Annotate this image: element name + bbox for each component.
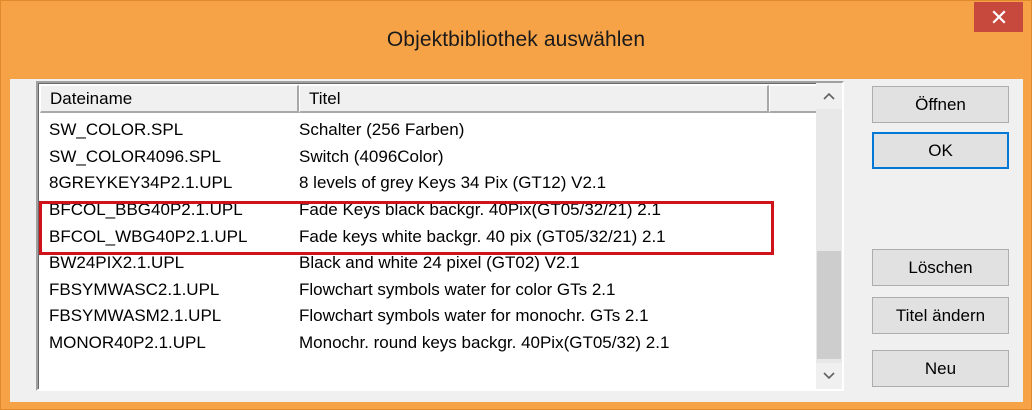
column-header-title[interactable]: Titel xyxy=(299,85,769,113)
list-item[interactable]: SW_COLOR4096.SPL Switch (4096Color) xyxy=(40,144,821,171)
list-item-filename: 8GREYKEY34P2.1.UPL xyxy=(49,173,233,193)
scroll-down-button[interactable] xyxy=(816,363,842,389)
list-item-title: 8 levels of grey Keys 34 Pix (GT12) V2.1 xyxy=(299,173,607,193)
list-item[interactable]: FBSYMWASM2.1.UPL Flowchart symbols water… xyxy=(40,303,821,330)
list-item[interactable]: MONOR40P2.1.UPL Monochr. round keys back… xyxy=(40,330,821,357)
list-item[interactable]: BFCOL_BBG40P2.1.UPL Fade Keys black back… xyxy=(40,197,821,224)
list-item-filename: FBSYMWASC2.1.UPL xyxy=(49,279,220,299)
list-item-title: Fade keys white backgr. 40 pix (GT05/32/… xyxy=(299,226,666,246)
list-item-filename: SW_COLOR.SPL xyxy=(49,120,184,140)
list-item-title: Switch (4096Color) xyxy=(299,146,444,166)
scrollbar-thumb[interactable] xyxy=(817,251,841,359)
list-item[interactable]: BFCOL_WBG40P2.1.UPL Fade keys white back… xyxy=(40,223,821,250)
list-item-filename: FBSYMWASM2.1.UPL xyxy=(49,306,222,326)
list-item-filename: BW24PIX2.1.UPL xyxy=(49,253,185,273)
scroll-down-arrow-icon xyxy=(823,372,835,380)
close-icon xyxy=(991,10,1006,24)
list-item[interactable]: 8GREYKEY34P2.1.UPL 8 levels of grey Keys… xyxy=(40,170,821,197)
new-button[interactable]: Neu xyxy=(872,350,1009,387)
close-button[interactable] xyxy=(974,2,1023,32)
list-item-title: Flowchart symbols water for color GTs 2.… xyxy=(299,279,616,299)
list-item-title: Flowchart symbols water for monochr. GTs… xyxy=(299,306,649,326)
list-header: Dateiname Titel xyxy=(40,85,821,113)
scroll-up-arrow-icon xyxy=(823,92,835,100)
list-item-filename: MONOR40P2.1.UPL xyxy=(49,333,206,353)
list-item[interactable]: SW_COLOR.SPL Schalter (256 Farben) xyxy=(40,117,821,144)
dialog-client-area: Dateiname Titel SW_COLOR.SPL Schalter (2… xyxy=(10,79,1023,402)
ok-button[interactable]: OK xyxy=(872,132,1009,169)
delete-button[interactable]: Löschen xyxy=(872,249,1009,286)
vertical-scrollbar[interactable] xyxy=(816,83,842,389)
list-item-title: Schalter (256 Farben) xyxy=(299,120,465,140)
column-header-filename[interactable]: Dateiname xyxy=(40,85,299,113)
rename-title-button[interactable]: Titel ändern xyxy=(872,297,1009,334)
open-button[interactable]: Öffnen xyxy=(872,86,1009,123)
list-item-title: Fade Keys black backgr. 40Pix(GT05/32/21… xyxy=(299,200,661,220)
list-item[interactable]: BW24PIX2.1.UPL Black and white 24 pixel … xyxy=(40,250,821,277)
title-bar[interactable]: Objektbibliothek auswählen xyxy=(1,1,1031,79)
list-item-filename: BFCOL_WBG40P2.1.UPL xyxy=(49,226,248,246)
list-rows: SW_COLOR.SPL Schalter (256 Farben) SW_CO… xyxy=(40,117,821,356)
library-listbox[interactable]: Dateiname Titel SW_COLOR.SPL Schalter (2… xyxy=(36,81,844,391)
list-item-title: Black and white 24 pixel (GT02) V2.1 xyxy=(299,253,580,273)
list-item-filename: SW_COLOR4096.SPL xyxy=(49,146,221,166)
list-item-filename: BFCOL_BBG40P2.1.UPL xyxy=(49,200,243,220)
window-title: Objektbibliothek auswählen xyxy=(386,28,646,51)
dialog-window: Objektbibliothek auswählen Dateiname Tit… xyxy=(0,0,1032,410)
list-item[interactable]: FBSYMWASC2.1.UPL Flowchart symbols water… xyxy=(40,277,821,304)
column-header-extra[interactable] xyxy=(769,85,821,113)
scroll-up-button[interactable] xyxy=(816,83,842,109)
list-item-title: Monochr. round keys backgr. 40Pix(GT05/3… xyxy=(299,333,670,353)
